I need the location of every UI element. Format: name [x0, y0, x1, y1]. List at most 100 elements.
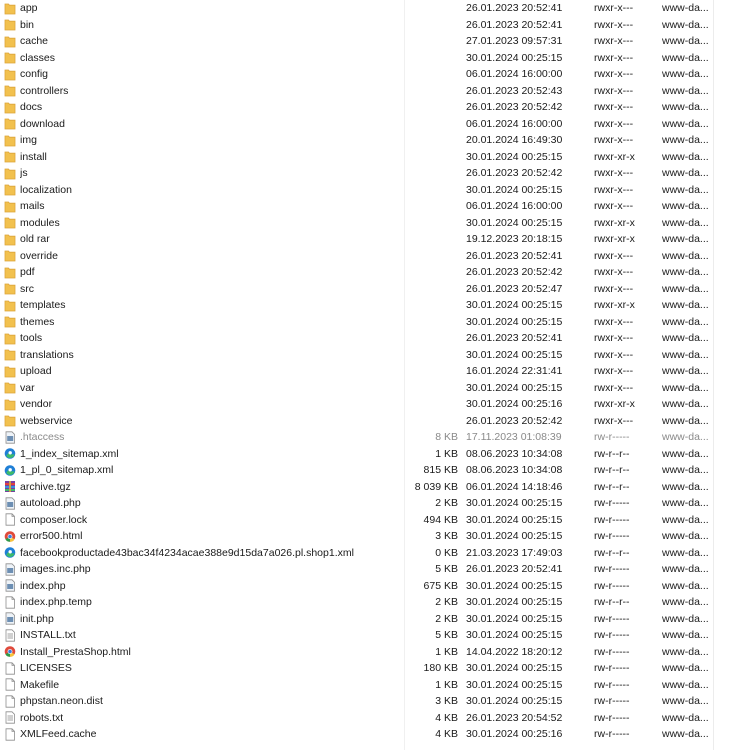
file-permissions: rw-r----- [594, 645, 630, 658]
file-permissions: rwxr-xr-x [594, 150, 635, 163]
file-row[interactable]: INSTALL.txt 5 KB 30.01.2024 00:25:15 rw-… [0, 627, 713, 644]
file-permissions: rwxr-x--- [594, 282, 634, 295]
file-permissions: rwxr-xr-x [594, 398, 635, 410]
file-modified-date: 30.01.2024 00:25:15 [466, 51, 563, 64]
file-permissions: rwxr-xr-x [594, 233, 635, 245]
file-row[interactable]: Makefile 1 KB 30.01.2024 00:25:15 rw-r--… [0, 677, 713, 694]
file-modified-date: 26.01.2023 20:52:47 [466, 282, 563, 295]
file-row[interactable]: bin 26.01.2023 20:52:41 rwxr-x--- www-da… [0, 17, 713, 34]
file-row[interactable]: 1_pl_0_sitemap.xml 815 KB 08.06.2023 10:… [0, 462, 713, 479]
file-row[interactable]: download 06.01.2024 16:00:00 rwxr-x--- w… [0, 116, 713, 133]
file-owner: www-da... [662, 216, 709, 229]
winrar-archive-icon [4, 479, 18, 496]
edge-browser-icon [4, 545, 18, 562]
file-name: download [20, 117, 65, 130]
file-row[interactable]: composer.lock 494 KB 30.01.2024 00:25:15… [0, 512, 713, 529]
text-file-icon [4, 710, 18, 727]
file-row[interactable]: .htaccess 8 KB 17.11.2023 01:08:39 rw-r-… [0, 429, 713, 446]
file-modified-date: 26.01.2023 20:52:41 [466, 563, 563, 575]
file-modified-date: 14.04.2022 18:20:12 [466, 645, 563, 658]
file-permissions: rwxr-x--- [594, 117, 634, 130]
file-row[interactable]: mails 06.01.2024 16:00:00 rwxr-x--- www-… [0, 198, 713, 215]
file-row[interactable]: override 26.01.2023 20:52:41 rwxr-x--- w… [0, 248, 713, 265]
file-permissions: rw-r----- [594, 662, 630, 674]
folder-icon [4, 0, 18, 17]
file-row[interactable]: img 20.01.2024 16:49:30 rwxr-x--- www-da… [0, 132, 713, 149]
file-row[interactable]: init.php 2 KB 30.01.2024 00:25:15 rw-r--… [0, 611, 713, 628]
file-name: facebookproductade43bac34f4234acae388e9d… [20, 546, 354, 559]
file-row[interactable]: index.php.temp 2 KB 30.01.2024 00:25:15 … [0, 594, 713, 611]
file-row[interactable]: pdf 26.01.2023 20:52:42 rwxr-x--- www-da… [0, 264, 713, 281]
file-modified-date: 30.01.2024 00:25:15 [466, 530, 563, 542]
file-row[interactable]: controllers 26.01.2023 20:52:43 rwxr-x--… [0, 83, 713, 100]
file-name: install [20, 150, 47, 163]
file-row[interactable]: classes 30.01.2024 00:25:15 rwxr-x--- ww… [0, 50, 713, 67]
file-modified-date: 26.01.2023 20:52:42 [466, 101, 563, 113]
file-row[interactable]: archive.tgz 8 039 KB 06.01.2024 14:18:46… [0, 479, 713, 496]
file-row[interactable]: modules 30.01.2024 00:25:15 rwxr-xr-x ww… [0, 215, 713, 232]
file-row[interactable]: index.php 675 KB 30.01.2024 00:25:15 rw-… [0, 578, 713, 595]
generic-file-icon [4, 495, 18, 512]
file-modified-date: 30.01.2024 00:25:15 [466, 183, 563, 196]
file-size: 4 KB [435, 728, 458, 740]
file-modified-date: 19.12.2023 20:18:15 [466, 233, 563, 245]
file-row[interactable]: app 26.01.2023 20:52:41 rwxr-x--- www-da… [0, 0, 713, 17]
file-row[interactable]: localization 30.01.2024 00:25:15 rwxr-x-… [0, 182, 713, 199]
file-row[interactable]: upload 16.01.2024 22:31:41 rwxr-x--- www… [0, 363, 713, 380]
file-size: 4 KB [435, 711, 458, 724]
edge-browser-icon [4, 462, 18, 479]
file-row[interactable]: vendor 30.01.2024 00:25:16 rwxr-xr-x www… [0, 396, 713, 413]
file-row[interactable]: images.inc.php 5 KB 26.01.2023 20:52:41 … [0, 561, 713, 578]
file-permissions: rwxr-x--- [594, 51, 634, 64]
file-row[interactable]: old rar 19.12.2023 20:18:15 rwxr-xr-x ww… [0, 231, 713, 248]
file-owner: www-da... [662, 348, 709, 361]
file-row[interactable]: error500.html 3 KB 30.01.2024 00:25:15 r… [0, 528, 713, 545]
file-permissions: rw-r--r-- [594, 464, 630, 476]
file-modified-date: 30.01.2024 00:25:15 [466, 579, 563, 592]
file-row[interactable]: Install_PrestaShop.html 1 KB 14.04.2022 … [0, 644, 713, 661]
file-row[interactable]: src 26.01.2023 20:52:47 rwxr-x--- www-da… [0, 281, 713, 298]
file-row[interactable]: LICENSES 180 KB 30.01.2024 00:25:15 rw-r… [0, 660, 713, 677]
file-size: 5 KB [435, 563, 458, 575]
file-owner: www-da... [662, 315, 709, 328]
scrollbar-track[interactable] [713, 0, 745, 750]
file-row[interactable]: config 06.01.2024 16:00:00 rwxr-x--- www… [0, 66, 713, 83]
file-name: old rar [20, 233, 50, 245]
file-row[interactable]: js 26.01.2023 20:52:42 rwxr-x--- www-da.… [0, 165, 713, 182]
file-name: app [20, 2, 38, 14]
file-permissions: rw-r--r-- [594, 546, 630, 559]
file-name: cache [20, 35, 49, 47]
folder-icon [4, 182, 18, 199]
blank-file-icon [4, 677, 18, 694]
file-row[interactable]: translations 30.01.2024 00:25:15 rwxr-x-… [0, 347, 713, 364]
file-row[interactable]: docs 26.01.2023 20:52:42 rwxr-x--- www-d… [0, 99, 713, 116]
file-permissions: rwxr-x--- [594, 266, 634, 278]
file-row[interactable]: themes 30.01.2024 00:25:15 rwxr-x--- www… [0, 314, 713, 331]
edge-browser-icon [4, 446, 18, 463]
file-modified-date: 08.06.2023 10:34:08 [466, 447, 563, 460]
file-modified-date: 06.01.2024 16:00:00 [466, 200, 563, 212]
file-size: 2 KB [435, 497, 458, 509]
file-row[interactable]: install 30.01.2024 00:25:15 rwxr-xr-x ww… [0, 149, 713, 166]
file-modified-date: 21.03.2023 17:49:03 [466, 546, 563, 559]
file-row[interactable]: var 30.01.2024 00:25:15 rwxr-x--- www-da… [0, 380, 713, 397]
file-row[interactable]: facebookproductade43bac34f4234acae388e9d… [0, 545, 713, 562]
file-modified-date: 30.01.2024 00:25:15 [466, 381, 563, 394]
file-row[interactable]: autoload.php 2 KB 30.01.2024 00:25:15 rw… [0, 495, 713, 512]
file-row[interactable]: 1_index_sitemap.xml 1 KB 08.06.2023 10:3… [0, 446, 713, 463]
file-row[interactable]: XMLFeed.cache 4 KB 30.01.2024 00:25:16 r… [0, 726, 713, 743]
file-row[interactable]: phpstan.neon.dist 3 KB 30.01.2024 00:25:… [0, 693, 713, 710]
generic-file-icon [4, 561, 18, 578]
file-name: js [20, 167, 28, 179]
file-row[interactable]: robots.txt 4 KB 26.01.2023 20:54:52 rw-r… [0, 710, 713, 727]
file-row[interactable]: cache 27.01.2023 09:57:31 rwxr-x--- www-… [0, 33, 713, 50]
folder-icon [4, 413, 18, 430]
file-modified-date: 17.11.2023 01:08:39 [466, 431, 562, 443]
file-name: tools [20, 332, 43, 344]
file-row[interactable]: webservice 26.01.2023 20:52:42 rwxr-x---… [0, 413, 713, 430]
file-name: mails [20, 200, 45, 212]
file-owner: www-da... [662, 645, 709, 658]
generic-file-icon [4, 429, 18, 446]
file-row[interactable]: tools 26.01.2023 20:52:41 rwxr-x--- www-… [0, 330, 713, 347]
file-row[interactable]: templates 30.01.2024 00:25:15 rwxr-xr-x … [0, 297, 713, 314]
